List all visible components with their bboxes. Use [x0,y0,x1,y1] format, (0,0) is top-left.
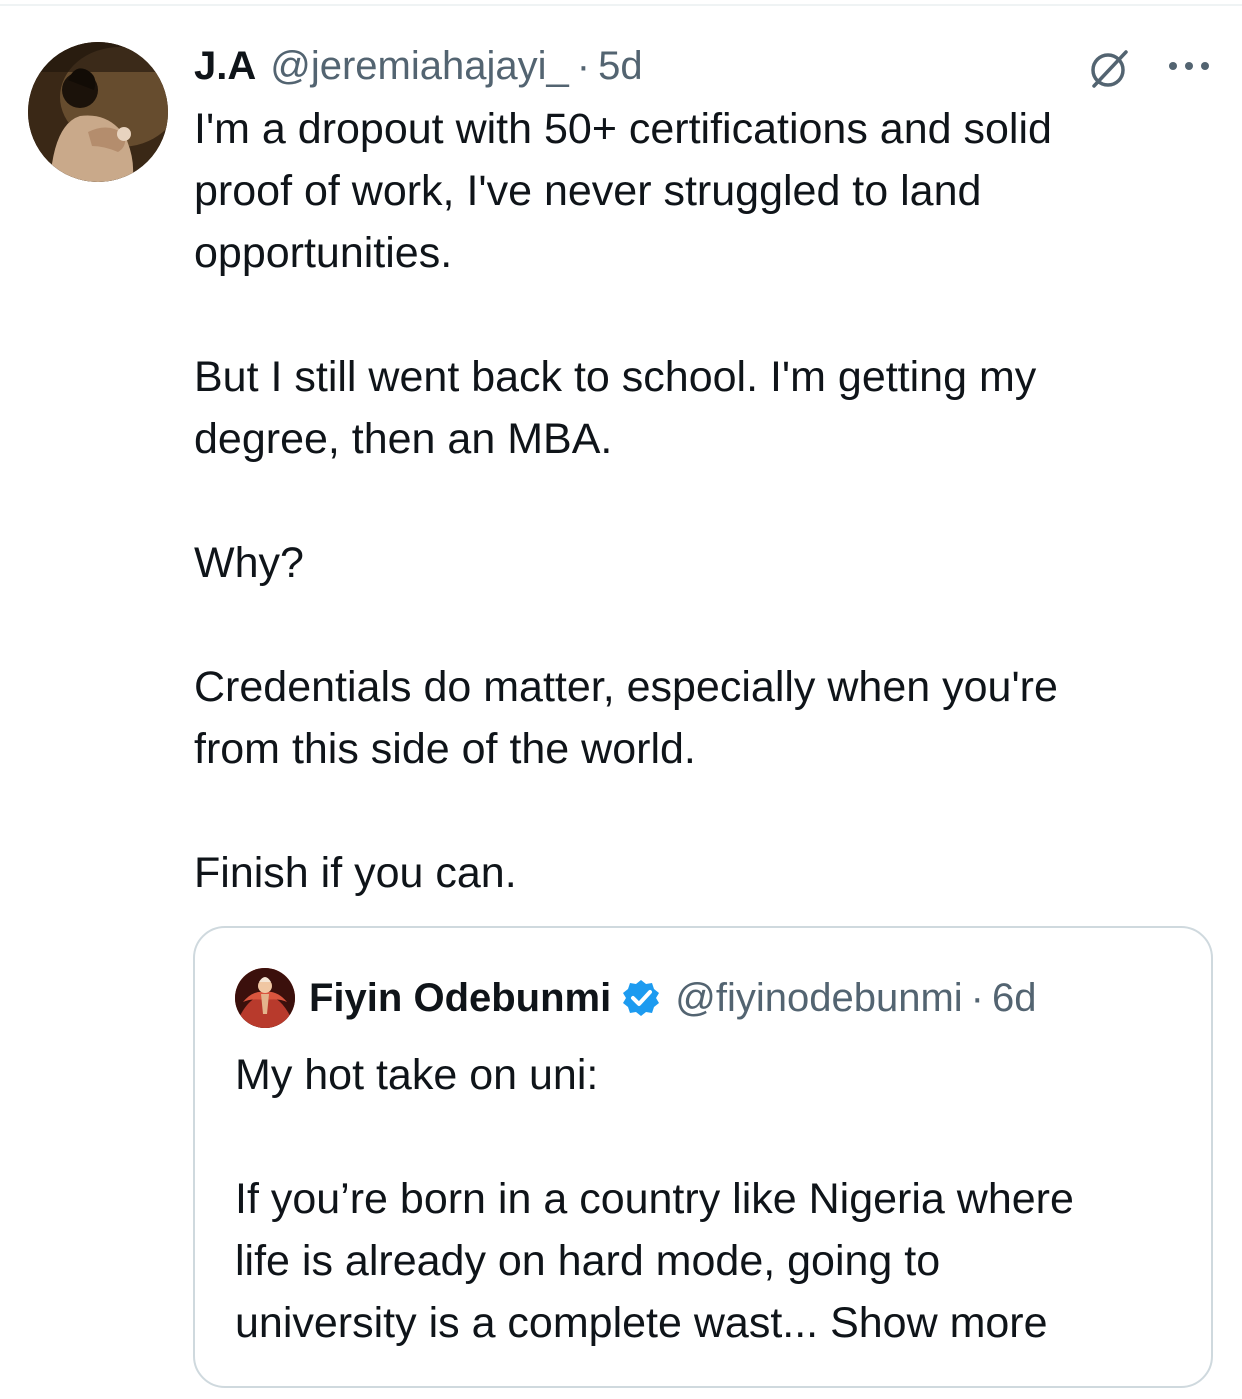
grok-icon[interactable] [1086,46,1132,92]
verified-badge-icon [623,980,660,1016]
quoted-tweet-card[interactable]: Fiyin Odebunmi @fiyinodebunmi · 6d My ho… [193,926,1213,1388]
quoted-tweet-header: Fiyin Odebunmi @fiyinodebunmi · 6d [309,968,1036,1028]
tweet-header: J.A @jeremiahajayi_ · 5d [194,40,643,92]
more-icon[interactable] [1166,56,1212,76]
quoted-tweet-timestamp[interactable]: 6d [992,976,1037,1021]
author-handle[interactable]: @jeremiahajayi_ [270,44,569,89]
author-name[interactable]: J.A [194,44,256,89]
show-more-link[interactable]: Show more [830,1299,1047,1347]
quoted-author-name[interactable]: Fiyin Odebunmi [309,976,611,1021]
tweet-text: I'm a dropout with 50+ certifications an… [194,105,1058,897]
quoted-separator-dot: · [970,975,984,1020]
tweet-timestamp[interactable]: 5d [598,44,643,89]
top-divider [0,4,1242,6]
avatar-photo [28,42,168,182]
separator-dot: · [576,43,591,88]
quoted-tweet-text: My hot take on uni: If you’re born in a … [235,1044,1185,1354]
quoted-avatar-photo [235,968,295,1028]
quoted-author-avatar[interactable] [235,968,295,1028]
author-avatar[interactable] [28,42,168,182]
quoted-author-handle[interactable]: @fiyinodebunmi [675,976,962,1021]
